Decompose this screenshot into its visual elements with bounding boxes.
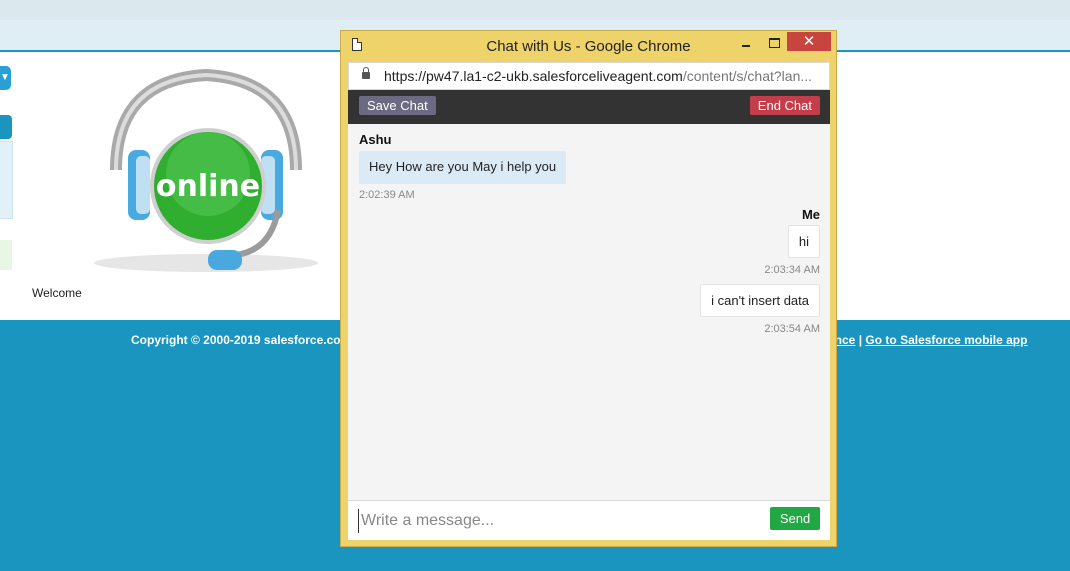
my-message: i can't insert data [700, 284, 820, 317]
chat-toolbar: Save Chat End Chat [348, 90, 830, 124]
message-timestamp: 2:03:34 AM [764, 264, 820, 276]
sidebar-tab[interactable] [0, 115, 12, 139]
welcome-text: Welcome [32, 286, 82, 300]
close-button[interactable]: ✕ [787, 32, 831, 51]
window-titlebar[interactable]: Chat with Us - Google Chrome ✕ [341, 31, 836, 61]
end-chat-button[interactable]: End Chat [749, 96, 820, 115]
browser-top-strip [0, 0, 1070, 20]
address-bar[interactable]: https://pw47.la1-c2-ukb.salesforceliveag… [348, 62, 830, 90]
window-title: Chat with Us - Google Chrome [486, 38, 691, 55]
footer-links: ance | Go to Salesforce mobile app [828, 333, 1027, 347]
footer-separator: | [858, 333, 863, 347]
chevron-down-icon: ▼ [0, 72, 10, 83]
footer-link-mobile-app[interactable]: Go to Salesforce mobile app [865, 333, 1027, 347]
url-path: /content/s/chat?lan... [682, 68, 813, 84]
message-timestamp: 2:03:54 AM [764, 323, 820, 335]
lock-icon [362, 67, 370, 79]
url-text: https://pw47.la1-c2-ukb.salesforceliveag… [384, 68, 816, 84]
agent-name: Ashu [359, 132, 392, 147]
save-chat-button[interactable]: Save Chat [359, 96, 436, 115]
minimize-button[interactable] [737, 35, 755, 53]
sidebar-dropdown-tab[interactable]: ▼ [0, 66, 11, 90]
my-message: hi [787, 225, 820, 258]
sidebar-panel-green [0, 240, 12, 270]
sidebar-panel [0, 141, 13, 219]
chat-popup-window: Chat with Us - Google Chrome ✕ https://p… [340, 30, 837, 547]
url-host: https://pw47.la1-c2-ukb.salesforceliveag… [384, 68, 683, 84]
maximize-button[interactable] [765, 35, 783, 53]
copyright-text: Copyright © 2000-2019 salesforce.com [131, 333, 352, 347]
chat-transcript[interactable]: Ashu Hey How are you May i help you 2:02… [348, 124, 830, 500]
svg-text:online: online [156, 169, 260, 204]
send-button[interactable]: Send [770, 507, 820, 530]
message-input[interactable] [358, 509, 763, 533]
message-timestamp: 2:02:39 AM [359, 189, 415, 201]
me-name: Me [801, 207, 820, 222]
message-composer: Send [348, 500, 830, 540]
headset-online-logo: online [94, 68, 318, 272]
agent-message: Hey How are you May i help you [359, 151, 567, 184]
